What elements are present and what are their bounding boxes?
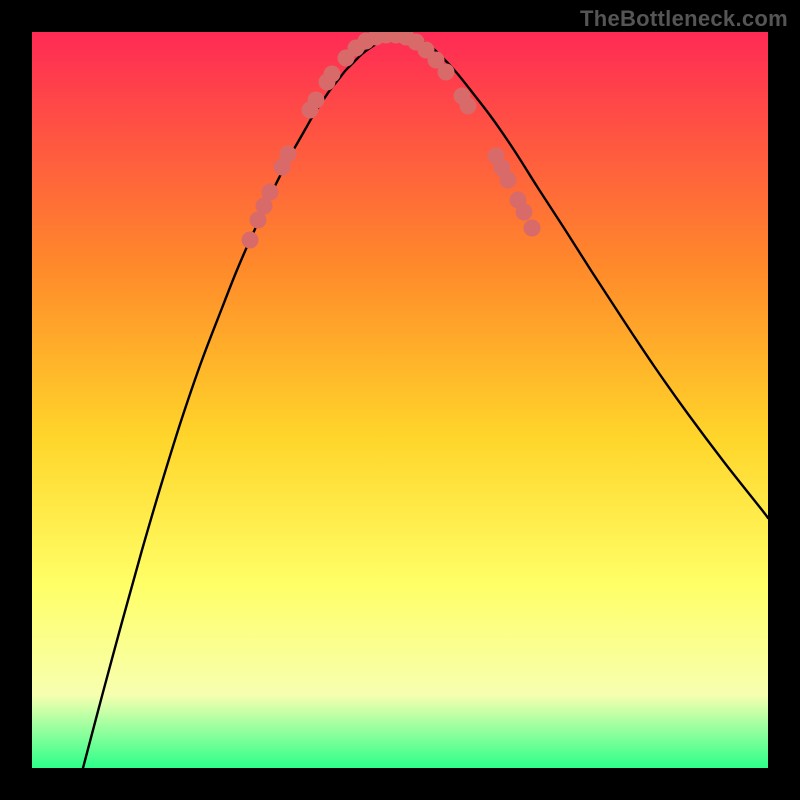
plot-area [32,32,768,768]
watermark-text: TheBottleneck.com [580,6,788,32]
marker-dot [516,204,533,221]
marker-dot [460,98,477,115]
marker-dot [500,172,517,189]
marker-dot [324,66,341,83]
marker-dot [242,232,259,249]
marker-dot [524,220,541,237]
bottleneck-chart [32,32,768,768]
marker-dot [262,184,279,201]
marker-dot [438,64,455,81]
marker-dot [280,146,297,163]
marker-dot [308,92,325,109]
chart-outer-frame: TheBottleneck.com [0,0,800,800]
gradient-background [32,32,768,768]
